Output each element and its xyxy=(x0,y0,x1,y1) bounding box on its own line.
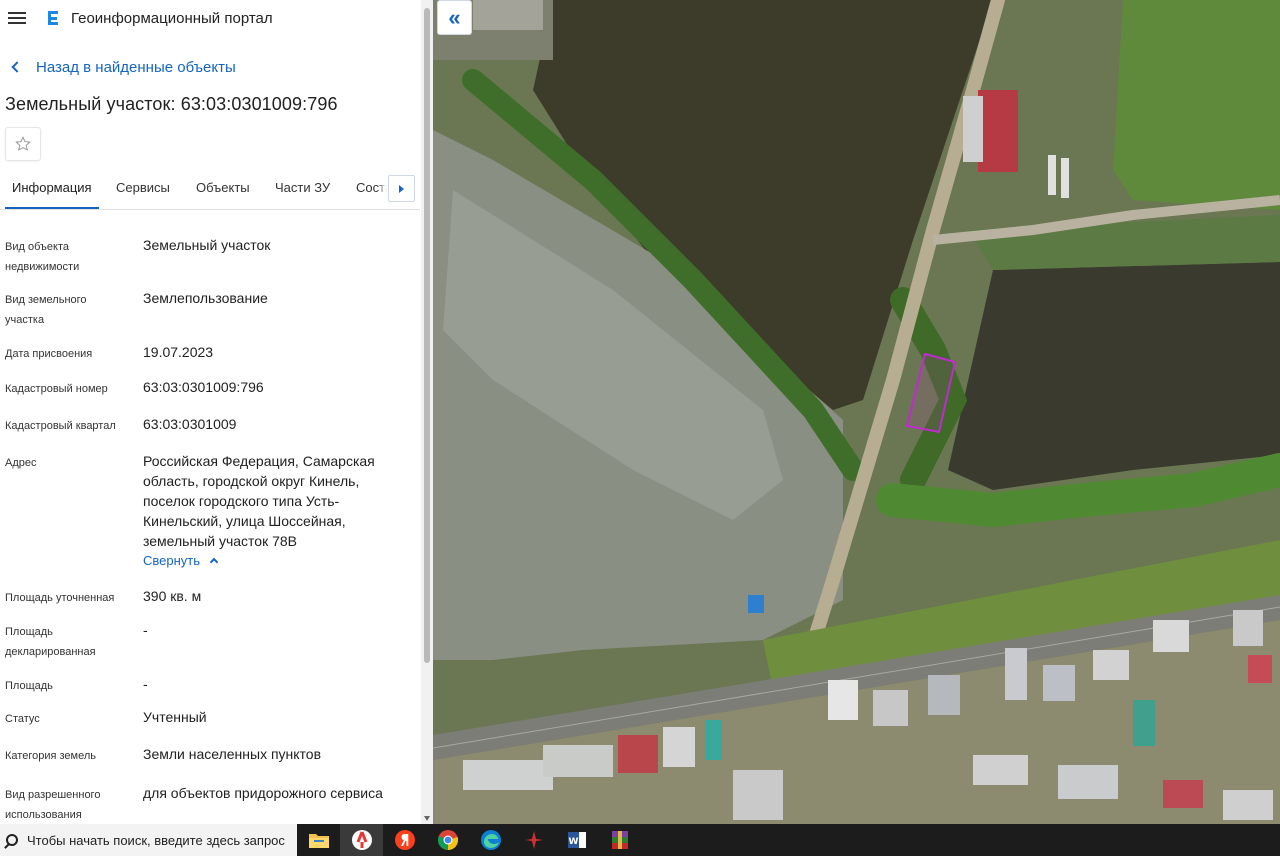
yandex-browser-icon[interactable] xyxy=(340,824,383,856)
scroll-down-arrow-icon[interactable] xyxy=(424,816,430,821)
menu-icon[interactable] xyxy=(8,11,26,25)
property-value: 19.07.2023 xyxy=(143,344,214,360)
winrar-icon[interactable] xyxy=(598,824,641,856)
taskbar-search[interactable]: Чтобы начать поиск, введите здесь запрос xyxy=(0,824,297,856)
edge-icon[interactable] xyxy=(469,824,512,856)
tab-composition[interactable]: Соста xyxy=(356,175,392,209)
chrome-icon[interactable] xyxy=(426,824,469,856)
tab-parts[interactable]: Части ЗУ xyxy=(275,175,330,209)
word-icon[interactable]: W xyxy=(555,824,598,856)
tab-services[interactable]: Сервисы xyxy=(116,175,170,209)
property-label: Кадастровый квартал xyxy=(5,420,116,432)
satellite-imagery xyxy=(433,0,1280,824)
favorite-button[interactable] xyxy=(5,127,41,161)
property-label: Дата присвоения xyxy=(5,348,93,360)
portal-logo-icon xyxy=(48,11,58,25)
property-label: Площадь декларированная xyxy=(5,626,96,658)
collapse-panel-button[interactable]: « xyxy=(437,0,472,35)
back-link-label: Назад в найденные объекты xyxy=(36,58,236,76)
property-value: - xyxy=(143,622,148,638)
back-link[interactable]: Назад в найденные объекты xyxy=(0,54,433,80)
address-value: Российская Федерация, Самарская область,… xyxy=(143,453,375,549)
taskbar: Чтобы начать поиск, введите здесь запрос… xyxy=(0,824,1280,856)
property-value: Земельный участок xyxy=(143,237,271,253)
file-explorer-icon[interactable] xyxy=(297,824,340,856)
property-value: - xyxy=(143,676,148,692)
chevron-up-icon xyxy=(209,557,219,567)
star-icon xyxy=(15,136,31,151)
search-icon xyxy=(6,834,18,846)
object-title: Земельный участок: 63:03:0301009:796 xyxy=(5,94,338,114)
property-label: Адрес xyxy=(5,457,37,469)
property-value: Учтенный xyxy=(143,709,207,725)
tab-objects[interactable]: Объекты xyxy=(196,175,250,209)
info-panel: Геоинформационный портал Назад в найденн… xyxy=(0,0,433,824)
property-label: Вид земельного участка xyxy=(5,294,87,326)
red-app-icon[interactable] xyxy=(512,824,555,856)
property-label: Вид объекта недвижимости xyxy=(5,241,80,273)
property-value: Землепользование xyxy=(143,290,268,306)
taskbar-search-placeholder: Чтобы начать поиск, введите здесь запрос xyxy=(27,832,285,848)
collapse-address-label: Свернуть xyxy=(143,553,201,568)
property-value: для объектов придорожного сервиса xyxy=(143,785,383,801)
property-label: Площадь уточненная xyxy=(5,592,115,604)
top-bar: Геоинформационный портал xyxy=(0,0,433,36)
property-label: Площадь xyxy=(5,680,53,692)
property-label: Кадастровый номер xyxy=(5,383,108,395)
app-title: Геоинформационный портал xyxy=(71,9,273,27)
property-value: 63:03:0301009:796 xyxy=(143,379,264,395)
svg-text:W: W xyxy=(568,837,578,847)
yandex-icon[interactable] xyxy=(383,824,426,856)
property-label: Категория земель xyxy=(5,750,96,762)
collapse-address-link[interactable]: Свернуть xyxy=(143,553,219,568)
tabs: Информация Сервисы Объекты Части ЗУ Сост… xyxy=(0,175,420,210)
property-label: Вид разрешенного использования xyxy=(5,789,101,821)
chevron-left-icon xyxy=(11,61,23,73)
panel-scrollbar[interactable] xyxy=(421,0,433,824)
property-label: Статус xyxy=(5,713,40,725)
satellite-map[interactable]: « xyxy=(433,0,1280,824)
tab-info[interactable]: Информация xyxy=(5,175,99,209)
scrollbar-thumb[interactable] xyxy=(424,8,430,663)
property-value: 63:03:0301009 xyxy=(143,416,237,432)
property-value: Земли населенных пунктов xyxy=(143,746,322,762)
tabs-scroll-right-button[interactable] xyxy=(388,175,415,202)
property-value: 390 кв. м xyxy=(143,588,202,604)
